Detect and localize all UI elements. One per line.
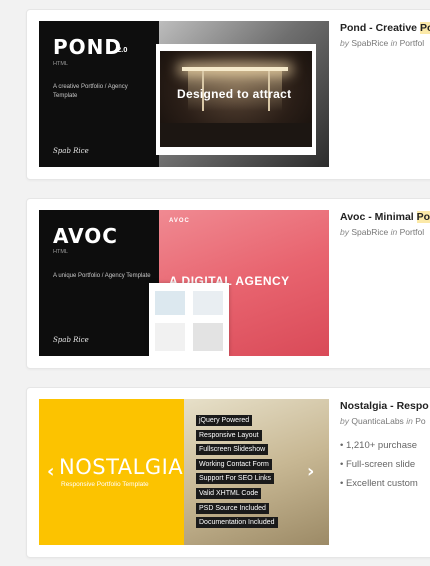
product-title[interactable]: Avoc - Minimal Po — [340, 210, 430, 224]
product-byline: by SpabRice in Portfol — [340, 227, 425, 237]
thumb-subtitle: Responsive Portfolio Template — [61, 481, 149, 488]
product-thumbnail-pond[interactable]: POND 2.0 HTML A creative Portfolio / Age… — [39, 21, 329, 167]
thumb-version: 2.0 — [117, 45, 128, 54]
category-link[interactable]: Portfol — [400, 227, 425, 237]
title-highlight: Po — [419, 22, 430, 34]
feature-item: jQuery Powered — [196, 415, 253, 426]
product-card-avoc[interactable]: AVOC HTML A unique Portfolio / Agency Te… — [26, 198, 430, 369]
product-title[interactable]: Pond - Creative Po — [340, 21, 430, 35]
bullet-item: Full-screen slide — [340, 455, 430, 474]
feature-item: Working Contact Form — [196, 458, 272, 470]
product-info: Nostalgia - Respo by QuanticaLabs in Po … — [340, 399, 430, 493]
thumb-signature: Spab Rice — [53, 336, 89, 344]
product-thumbnail-nostalgia[interactable]: NOSTALGIA Responsive Portfolio Template … — [39, 399, 329, 545]
feature-item: PSD Source Included — [196, 502, 269, 514]
feature-item: Valid XHTML Code — [196, 487, 262, 499]
feature-item: Documentation Included — [196, 517, 278, 529]
product-thumbnail-avoc[interactable]: AVOC HTML A unique Portfolio / Agency Te… — [39, 210, 329, 356]
bullet-item: Excellent custom — [340, 474, 430, 493]
author-link[interactable]: SpabRice — [351, 38, 388, 48]
thumb-feature-list: jQuery Powered Responsive Layout Fullscr… — [196, 415, 278, 532]
chevron-left-icon[interactable]: ‹ — [47, 461, 54, 482]
feature-item: Fullscreen Slideshow — [196, 444, 269, 456]
feature-bullets: 1,210+ purchase Full-screen slide Excell… — [340, 436, 430, 493]
author-link[interactable]: SpabRice — [351, 227, 388, 237]
product-info: Pond - Creative Po by SpabRice in Portfo… — [340, 21, 430, 48]
thumb-caption: Designed to attract — [177, 87, 292, 101]
thumb-signature: Spab Rice — [53, 147, 89, 155]
thumb-html-label: HTML — [53, 249, 68, 255]
category-link[interactable]: Portfol — [400, 38, 425, 48]
product-byline: by QuanticaLabs in Po — [340, 416, 426, 426]
thumb-html-label: HTML — [53, 61, 68, 67]
product-title[interactable]: Nostalgia - Respo — [340, 399, 430, 413]
thumb-logo: NOSTALGIA — [59, 455, 184, 479]
thumb-tagline: A unique Portfolio / Agency Template — [53, 273, 151, 279]
thumb-logo: POND — [53, 35, 122, 59]
thumb-logo: AVOC — [53, 224, 118, 248]
title-highlight: Po — [416, 211, 430, 223]
feature-item: Responsive Layout — [196, 429, 262, 441]
product-card-pond[interactable]: POND 2.0 HTML A creative Portfolio / Age… — [26, 9, 430, 180]
product-info: Avoc - Minimal Po by SpabRice in Portfol — [340, 210, 430, 237]
bullet-item: 1,210+ purchase — [340, 436, 430, 455]
product-byline: by SpabRice in Portfol — [340, 38, 425, 48]
thumb-tagline: A creative Portfolio / Agency Template — [53, 84, 128, 99]
feature-item: Support For SEO Links — [196, 473, 274, 485]
author-link[interactable]: QuanticaLabs — [351, 416, 403, 426]
thumb-mini-logo: AVOC — [169, 218, 190, 224]
product-card-nostalgia[interactable]: NOSTALGIA Responsive Portfolio Template … — [26, 387, 430, 558]
chevron-right-icon[interactable]: › — [307, 461, 314, 482]
category-link[interactable]: Po — [415, 416, 425, 426]
thumb-device-mockup — [149, 283, 229, 356]
